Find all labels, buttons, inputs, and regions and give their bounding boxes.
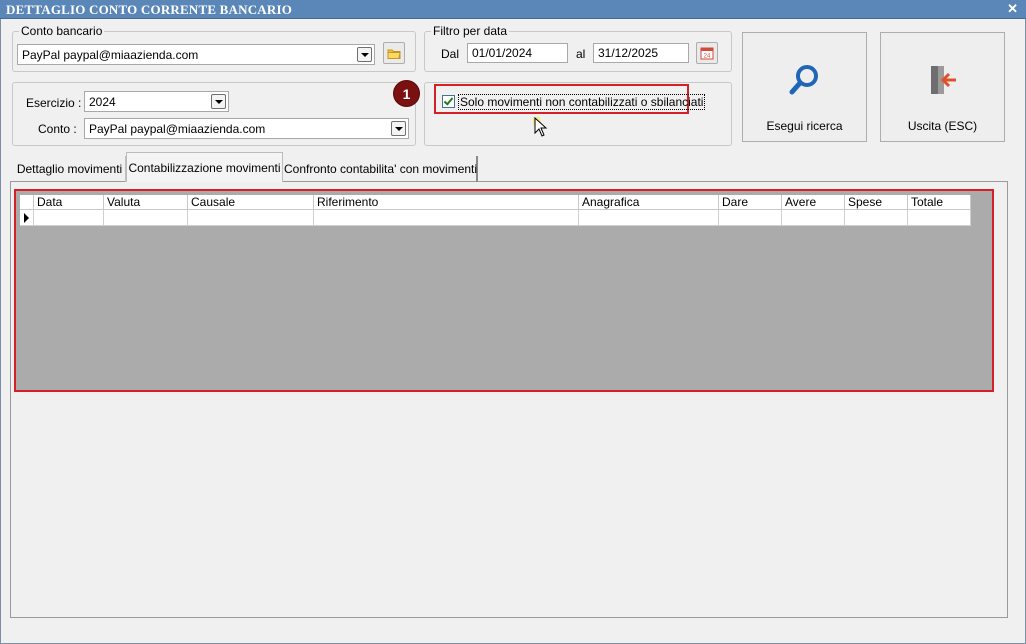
- search-icon: [789, 65, 818, 95]
- tab-contabilizzazione-movimenti[interactable]: Contabilizzazione movimenti: [126, 152, 283, 182]
- column-header-anagrafica[interactable]: Anagrafica: [579, 195, 719, 210]
- search-button-label: Esegui ricerca: [766, 119, 843, 133]
- tab-dettaglio-movimenti[interactable]: Dettaglio movimenti: [14, 156, 126, 182]
- solo-movimenti-label[interactable]: Solo movimenti non contabilizzati o sbil…: [458, 94, 706, 110]
- highlight-checkbox-frame: Solo movimenti non contabilizzati o sbil…: [434, 84, 706, 114]
- chevron-down-icon[interactable]: [211, 94, 226, 109]
- esercizio-combo[interactable]: 2024: [84, 91, 229, 112]
- step-badge: 1: [393, 80, 420, 107]
- column-header-riferimento[interactable]: Riferimento: [314, 195, 579, 210]
- solo-movimenti-checkbox[interactable]: [442, 95, 455, 108]
- table-cell[interactable]: [188, 210, 314, 226]
- exit-door-icon: [931, 66, 956, 94]
- date-to-input[interactable]: 31/12/2025: [593, 43, 689, 63]
- table-cell[interactable]: [104, 210, 188, 226]
- open-folder-button[interactable]: [383, 42, 405, 64]
- table-cell[interactable]: [34, 210, 104, 226]
- column-header-valuta[interactable]: Valuta: [104, 195, 188, 210]
- table-cell[interactable]: [314, 210, 579, 226]
- exit-button[interactable]: Uscita (ESC): [880, 32, 1005, 142]
- conto-bancario-combo[interactable]: PayPal paypal@miaazienda.com: [17, 44, 375, 65]
- table-cell[interactable]: [579, 210, 719, 226]
- al-label: al: [576, 47, 586, 61]
- table-cell[interactable]: [845, 210, 908, 226]
- column-header-dare[interactable]: Dare: [719, 195, 782, 210]
- table-cell[interactable]: [908, 210, 971, 226]
- conto-bancario-legend: Conto bancario: [21, 24, 103, 38]
- table-cell[interactable]: [719, 210, 782, 226]
- dal-label: Dal: [441, 47, 460, 61]
- grid-header: Data Valuta Causale Riferimento Anagrafi…: [20, 195, 971, 210]
- chevron-down-icon[interactable]: [357, 47, 372, 62]
- tab-confronto-contabilita[interactable]: Confronto contabilita' con movimenti: [284, 156, 478, 182]
- window-title: DETTAGLIO CONTO CORRENTE BANCARIO: [6, 2, 293, 17]
- conto-combo[interactable]: PayPal paypal@miaazienda.com: [84, 118, 409, 139]
- conto-value: PayPal paypal@miaazienda.com: [89, 122, 266, 136]
- chevron-down-icon[interactable]: [391, 121, 406, 136]
- row-indicator-header: [20, 195, 34, 210]
- column-header-causale[interactable]: Causale: [188, 195, 314, 210]
- conto-bancario-value: PayPal paypal@miaazienda.com: [22, 48, 199, 62]
- esercizio-label: Esercizio :: [26, 96, 82, 110]
- title-bar: DETTAGLIO CONTO CORRENTE BANCARIO ✕: [0, 0, 1026, 19]
- check-icon: [443, 95, 454, 106]
- mouse-cursor-icon: [533, 117, 548, 137]
- conto-label: Conto :: [38, 122, 77, 136]
- esercizio-value: 2024: [89, 95, 116, 109]
- calendar-icon: 24: [700, 47, 714, 60]
- row-pointer-icon: [20, 210, 34, 226]
- column-header-data[interactable]: Data: [34, 195, 104, 210]
- folder-icon: [387, 49, 401, 59]
- table-row[interactable]: [20, 210, 971, 226]
- search-button[interactable]: Esegui ricerca: [742, 32, 867, 142]
- movements-grid[interactable]: Data Valuta Causale Riferimento Anagrafi…: [14, 189, 994, 392]
- exit-button-label: Uscita (ESC): [907, 119, 978, 133]
- date-from-input[interactable]: 01/01/2024: [467, 43, 568, 63]
- column-header-spese[interactable]: Spese: [845, 195, 908, 210]
- table-cell[interactable]: [782, 210, 845, 226]
- svg-text:24: 24: [704, 54, 711, 60]
- filtro-data-legend: Filtro per data: [433, 24, 508, 38]
- calendar-button[interactable]: 24: [696, 42, 718, 64]
- column-header-avere[interactable]: Avere: [782, 195, 845, 210]
- close-icon[interactable]: ✕: [1007, 1, 1018, 17]
- column-header-totale[interactable]: Totale: [908, 195, 971, 210]
